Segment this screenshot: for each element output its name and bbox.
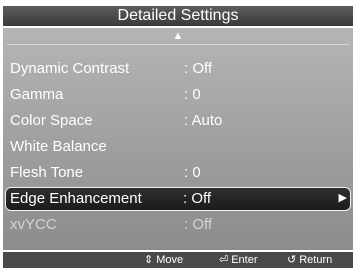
menu-item-value: : Off xyxy=(183,190,212,207)
detailed-settings-screen: Detailed Settings ▲ Dynamic Contrast : O… xyxy=(0,0,356,268)
menu-item-xvycc: xvYCC : Off xyxy=(5,213,351,237)
return-icon: ↺ xyxy=(287,254,297,266)
divider xyxy=(7,44,349,45)
up-down-arrow-icon: ⇕ xyxy=(144,254,154,266)
menu-item-value: : Off xyxy=(184,216,213,233)
menu-item-dynamic-contrast[interactable]: Dynamic Contrast : Off xyxy=(5,57,351,81)
menu-item-value: : 0 xyxy=(184,164,201,181)
return-hint: ↺ Return xyxy=(287,252,332,268)
menu-item-value: : Off xyxy=(184,60,213,77)
menu-item-gamma[interactable]: Gamma : 0 xyxy=(5,83,351,107)
menu-item-color-space[interactable]: Color Space : Auto xyxy=(5,109,351,133)
menu-item-white-balance[interactable]: White Balance xyxy=(5,135,351,159)
menu-item-flesh-tone[interactable]: Flesh Tone : 0 xyxy=(5,161,351,185)
move-hint-label: Move xyxy=(156,254,184,266)
settings-panel: ▲ Dynamic Contrast : Off Gamma : 0 Color… xyxy=(3,28,353,250)
menu-item-label: White Balance xyxy=(10,138,107,155)
submenu-arrow-icon: ▶ xyxy=(338,192,347,204)
menu-item-label: xvYCC xyxy=(10,216,57,233)
enter-hint: ⏎ Enter xyxy=(219,252,258,268)
menu-item-value: : 0 xyxy=(184,86,201,103)
scroll-up-icon[interactable]: ▲ xyxy=(171,30,185,42)
return-hint-label: Return xyxy=(299,254,333,266)
button-hint-bar: ⇕ Move ⏎ Enter ↺ Return xyxy=(3,252,353,268)
menu-item-label: Color Space xyxy=(10,112,93,129)
menu-item-label: Gamma xyxy=(10,86,64,103)
menu-item-value: : Auto xyxy=(184,112,223,129)
menu-item-label: Flesh Tone xyxy=(10,164,84,181)
enter-hint-label: Enter xyxy=(231,254,258,266)
menu-item-edge-enhancement[interactable]: Edge Enhancement : Off ▶ xyxy=(5,187,351,211)
menu-item-label: Edge Enhancement xyxy=(10,190,142,207)
move-hint: ⇕ Move xyxy=(144,252,183,268)
menu-item-label: Dynamic Contrast xyxy=(10,60,130,77)
menu-title: Detailed Settings xyxy=(3,6,353,26)
enter-icon: ⏎ xyxy=(219,254,229,266)
